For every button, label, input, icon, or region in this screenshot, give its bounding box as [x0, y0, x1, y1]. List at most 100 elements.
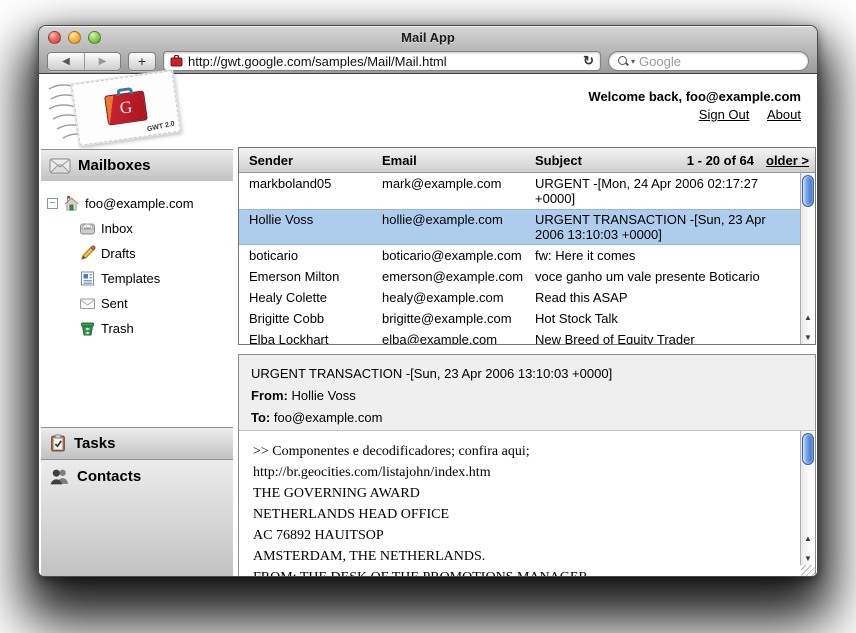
tree-item-trash[interactable]: Trash: [47, 316, 233, 341]
cell-email: elba@example.com: [382, 332, 535, 344]
from-label: From:: [251, 388, 288, 403]
mail-rows: markboland05 mark@example.com URGENT -[M…: [239, 173, 800, 344]
folder-label: Drafts: [101, 246, 136, 261]
window-title: Mail App: [401, 30, 455, 45]
column-header-subject: Subject: [535, 153, 687, 168]
welcome-text: Welcome back, foo@example.com: [588, 89, 801, 104]
new-tab-button[interactable]: +: [128, 52, 156, 71]
sidebar-section-tasks[interactable]: Tasks: [41, 427, 233, 459]
pencil-icon: [79, 245, 96, 262]
tree-collapse-icon[interactable]: −: [47, 198, 58, 209]
scroll-down-icon[interactable]: ▼: [804, 334, 812, 342]
inbox-icon: [79, 220, 96, 237]
cell-subject: URGENT TRANSACTION -[Sun, 23 Apr 2006 13…: [535, 212, 800, 242]
search-icon: [617, 55, 629, 67]
account-label: foo@example.com: [85, 196, 194, 211]
mail-row[interactable]: Elba Lockhart elba@example.com New Breed…: [239, 329, 800, 344]
mail-list-scrollbar[interactable]: ▲ ▼: [800, 173, 815, 344]
gwt-logo-stamp: G GWT 2.0: [71, 70, 181, 146]
tree-item-inbox[interactable]: Inbox: [47, 216, 233, 241]
sidebar-section-contacts[interactable]: Contacts: [41, 459, 233, 577]
scroll-up-icon[interactable]: ▲: [804, 314, 812, 322]
mail-list-header: Sender Email Subject 1 - 20 of 64 older …: [239, 148, 815, 173]
plus-icon: +: [138, 53, 146, 69]
cell-subject: Hot Stock Talk: [535, 311, 800, 326]
column-header-email: Email: [382, 153, 535, 168]
mail-row[interactable]: markboland05 mark@example.com URGENT -[M…: [239, 173, 800, 209]
sign-out-link[interactable]: Sign Out: [699, 107, 750, 122]
sidebar-section-mailboxes[interactable]: Mailboxes: [41, 149, 233, 181]
folder-label: Sent: [101, 296, 128, 311]
search-placeholder: Google: [639, 54, 681, 69]
gwt-toolbox-icon: G: [104, 90, 148, 125]
reload-icon[interactable]: ↻: [583, 53, 594, 69]
cell-subject: New Breed of Equity Trader: [535, 332, 800, 344]
contacts-people-icon: [49, 468, 70, 485]
mail-row[interactable]: Healy Colette healy@example.com Read thi…: [239, 287, 800, 308]
cell-sender: Hollie Voss: [239, 212, 382, 242]
window-titlebar[interactable]: Mail App: [39, 26, 817, 49]
cell-subject: URGENT -[Mon, 24 Apr 2006 02:17:27 +0000…: [535, 176, 800, 206]
resize-grip[interactable]: [801, 565, 815, 577]
mailboxes-envelope-icon: [49, 158, 71, 174]
document-icon: [79, 270, 96, 287]
cell-sender: Healy Colette: [239, 290, 382, 305]
scrollbar-thumb[interactable]: [802, 175, 814, 207]
back-button[interactable]: ◀: [48, 53, 84, 70]
cell-email: hollie@example.com: [382, 212, 535, 242]
close-window-button[interactable]: [48, 31, 61, 44]
message-body-scrollbar[interactable]: ▲ ▼: [800, 431, 815, 565]
mail-row[interactable]: Brigitte Cobb brigitte@example.com Hot S…: [239, 308, 800, 329]
page-range-label: 1 - 20 of 64: [687, 153, 754, 168]
scroll-up-icon[interactable]: ▲: [804, 535, 812, 543]
cell-subject: voce ganho um vale presente Boticario: [535, 269, 800, 284]
trash-icon: [79, 320, 96, 337]
mail-row[interactable]: Emerson Milton emerson@example.com voce …: [239, 266, 800, 287]
cell-email: mark@example.com: [382, 176, 535, 206]
cell-sender: markboland05: [239, 176, 382, 206]
app-content: G GWT 2.0 Welcome back, foo@example.com …: [39, 75, 817, 576]
mail-row[interactable]: boticario boticario@example.com fw: Here…: [239, 245, 800, 266]
column-header-sender: Sender: [239, 153, 382, 168]
address-bar[interactable]: http://gwt.google.com/samples/Mail/Mail.…: [163, 51, 601, 71]
tree-item-sent[interactable]: Sent: [47, 291, 233, 316]
tree-item-templates[interactable]: Templates: [47, 266, 233, 291]
zoom-window-button[interactable]: [88, 31, 101, 44]
minimize-window-button[interactable]: [68, 31, 81, 44]
logo-caption: GWT 2.0: [147, 120, 176, 133]
search-chevron-icon: ▾: [631, 57, 635, 66]
mailboxes-title: Mailboxes: [78, 157, 151, 174]
older-page-link[interactable]: older >: [766, 153, 809, 168]
scroll-down-icon[interactable]: ▼: [804, 555, 812, 563]
message-body-pane[interactable]: >> Componentes e decodificadores; confir…: [239, 431, 815, 577]
cell-sender: boticario: [239, 248, 382, 263]
mailboxes-tree: − foo@example.com: [41, 181, 233, 427]
cell-sender: Elba Lockhart: [239, 332, 382, 344]
mail-row-selected[interactable]: Hollie Voss hollie@example.com URGENT TR…: [239, 209, 800, 245]
toolbox-letter: G: [119, 97, 134, 119]
cell-subject: fw: Here it comes: [535, 248, 800, 263]
to-value: foo@example.com: [274, 410, 383, 425]
search-input[interactable]: ▾ Google: [608, 51, 809, 71]
browser-window: Mail App ◀ ▶ + http://gwt.google.com/sam…: [38, 25, 818, 577]
back-icon: ◀: [62, 56, 70, 67]
message-body-text: >> Componentes e decodificadores; confir…: [239, 431, 815, 577]
tasks-clipboard-icon: [49, 434, 67, 452]
message-subject: URGENT TRANSACTION -[Sun, 23 Apr 2006 13…: [251, 363, 803, 385]
tree-item-drafts[interactable]: Drafts: [47, 241, 233, 266]
from-value: Hollie Voss: [291, 388, 355, 403]
contacts-title: Contacts: [77, 468, 141, 485]
forward-button[interactable]: ▶: [84, 53, 120, 70]
cell-sender: Brigitte Cobb: [239, 311, 382, 326]
home-icon: [63, 195, 80, 212]
mail-list-panel: Sender Email Subject 1 - 20 of 64 older …: [238, 147, 816, 345]
tasks-title: Tasks: [74, 435, 115, 452]
sidebar: Mailboxes − foo@example.com: [41, 149, 233, 576]
about-link[interactable]: About: [767, 107, 801, 122]
tree-item-account[interactable]: − foo@example.com: [47, 191, 233, 216]
message-detail-panel: URGENT TRANSACTION -[Sun, 23 Apr 2006 13…: [238, 354, 816, 577]
cell-email: boticario@example.com: [382, 248, 535, 263]
to-label: To:: [251, 410, 270, 425]
folder-label: Trash: [101, 321, 134, 336]
scrollbar-thumb[interactable]: [802, 433, 814, 465]
